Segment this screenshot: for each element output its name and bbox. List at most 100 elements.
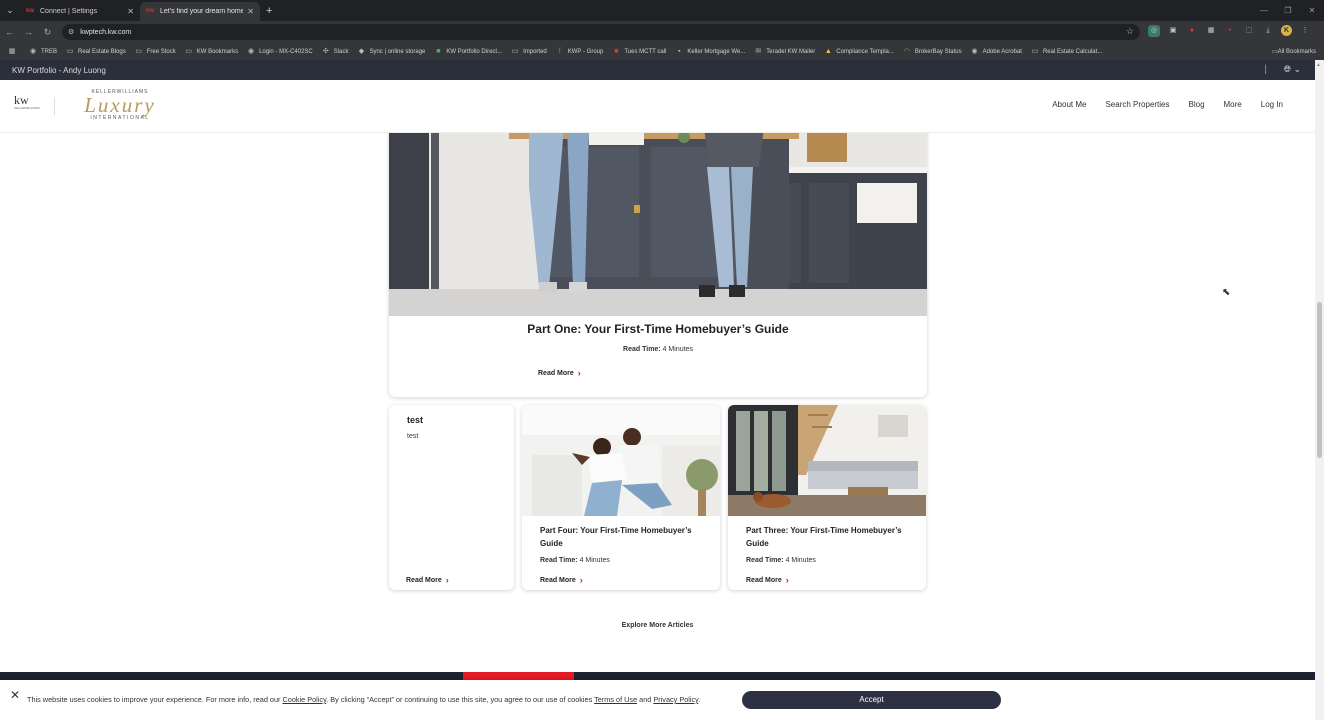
address-bar[interactable]: ⚙ kwptech.kw.com ☆: [62, 24, 1140, 40]
chevron-right-icon: ›: [579, 575, 583, 585]
article-card-part-four[interactable]: Part Four: Your First-Time Homebuyer’s G…: [522, 405, 720, 590]
kw-logo[interactable]: kw KELLERWILLIAMS: [14, 94, 40, 117]
globe-icon: ◉: [971, 48, 978, 55]
maximize-icon[interactable]: ❐: [1276, 0, 1300, 21]
read-more-link[interactable]: Read More ›: [406, 575, 449, 585]
bookmark-item[interactable]: ◆ Sync | online storage: [357, 48, 426, 55]
all-bookmarks[interactable]: ▭ All Bookmarks: [1267, 43, 1316, 60]
bookmark-item[interactable]: ✣ Slack: [322, 48, 349, 55]
globe-icon: ◉: [248, 48, 255, 55]
luxury-logo[interactable]: KELLERWILLIAMS Luxury INTERNATIONAL: [70, 89, 170, 125]
extension-icon[interactable]: ⬚: [1243, 25, 1255, 37]
language-selector-icon[interactable]: 🌐︎ ⌄: [1284, 64, 1301, 75]
extension-icon[interactable]: ▦: [1205, 25, 1217, 37]
bookmark-item[interactable]: ✉ Teradel KW Mailer: [754, 48, 815, 55]
bookmark-item[interactable]: ◠ BrokerBay Status: [903, 48, 962, 55]
close-window-icon[interactable]: ✕: [1300, 0, 1324, 21]
extension-icons: ◎ ▣ ● ▦ • ⬚ ⤓ K ⋮: [1148, 25, 1311, 37]
article-card-test[interactable]: test test Read More ›: [389, 405, 514, 590]
footer-accent-bar: [463, 672, 574, 680]
tab-connect-settings[interactable]: kw Connect | Settings ✕: [20, 2, 140, 21]
nav-blog[interactable]: Blog: [1189, 100, 1205, 109]
extension-icon[interactable]: •: [1224, 25, 1236, 37]
nav-about-me[interactable]: About Me: [1052, 100, 1086, 109]
facebook-icon: f: [558, 48, 561, 55]
kw-favicon-icon: kw: [26, 8, 35, 14]
folder-icon: ▭: [511, 48, 519, 55]
nav-search-properties[interactable]: Search Properties: [1105, 100, 1169, 109]
apps-icon[interactable]: ▦: [8, 48, 20, 55]
featured-article-card[interactable]: Part One: Your First-Time Homebuyer’s Gu…: [389, 133, 927, 397]
bookmark-item[interactable]: ■ KW Portfolio Direct...: [434, 48, 502, 55]
bookmark-item[interactable]: ▭ Real Estate Calculat...: [1031, 48, 1103, 55]
bookmark-item[interactable]: ▭ Imported: [511, 48, 547, 55]
reload-icon[interactable]: ↻: [38, 27, 57, 38]
bookmark-item[interactable]: ◉ Login - MX-C402SC: [247, 48, 313, 55]
privacy-policy-link[interactable]: Privacy Policy: [653, 695, 698, 704]
bookmarks-bar: ▦ ◉ TREB ▭ Real Estate Blogs ▭ Free Stock ▭…: [0, 43, 1324, 60]
article-title[interactable]: Part Three: Your First-Time Homebuyer’s …: [746, 524, 916, 550]
folder-icon: ▭: [185, 48, 193, 55]
main-nav: About Me Search Properties Blog More Log…: [1033, 100, 1283, 109]
extension-icon[interactable]: ◎: [1148, 25, 1160, 37]
nav-more[interactable]: More: [1224, 100, 1242, 109]
bookmark-item[interactable]: ▲ Compliance Templa...: [824, 48, 894, 55]
menu-icon[interactable]: ⋮: [1299, 25, 1311, 37]
site-header: kw KELLERWILLIAMS KELLERWILLIAMS Luxury …: [0, 80, 1315, 133]
divider: |: [1264, 64, 1267, 75]
chevron-right-icon: ›: [577, 368, 581, 378]
forward-icon[interactable]: →: [19, 27, 38, 37]
download-icon[interactable]: ⤓: [1262, 25, 1274, 37]
browser-toolbar: ← → ↻ ⚙ kwptech.kw.com ☆ ◎ ▣ ● ▦ • ⬚ ⤓ K…: [0, 21, 1324, 43]
kw-favicon-icon: kw: [146, 8, 155, 14]
back-icon[interactable]: ←: [0, 27, 19, 37]
featured-article-title[interactable]: Part One: Your First-Time Homebuyer’s Gu…: [389, 322, 927, 336]
article-card-part-three[interactable]: Part Three: Your First-Time Homebuyer’s …: [728, 405, 926, 590]
folder-icon: ▭: [135, 48, 143, 55]
kw-portfolio-bar: KW Portfolio - Andy Luong | 🌐︎ ⌄: [0, 60, 1315, 80]
article-read-time: Read Time: 4 Minutes: [540, 557, 610, 564]
bookmark-item[interactable]: ▭ KW Bookmarks: [185, 48, 238, 55]
bookmark-item[interactable]: ◉ TREB: [29, 48, 57, 55]
tab-search-icon[interactable]: ⌄: [0, 0, 20, 21]
kw-icon: ■: [614, 48, 619, 55]
bookmark-item[interactable]: ■ Tues MCTT call: [612, 48, 666, 55]
featured-read-time: Read Time: 4 Minutes: [623, 346, 693, 353]
new-tab-icon[interactable]: +: [266, 5, 272, 17]
bookmark-item[interactable]: ◉ Adobe Acrobat: [971, 48, 1022, 55]
explore-more-articles-link[interactable]: Explore More Articles: [0, 622, 1315, 629]
bookmark-item[interactable]: ▪ Keller Mortgage We...: [675, 48, 745, 55]
bookmark-item[interactable]: ▭ Real Estate Blogs: [66, 48, 126, 55]
close-icon[interactable]: ✕: [10, 688, 20, 702]
page-scrollbar[interactable]: ▲: [1315, 60, 1324, 720]
kw-icon: ▪: [678, 48, 681, 55]
tab-title: Connect | Settings: [40, 8, 98, 15]
bookmark-star-icon[interactable]: ☆: [1126, 26, 1134, 37]
article-title[interactable]: test: [407, 414, 514, 427]
terms-of-use-link[interactable]: Terms of Use: [594, 695, 637, 704]
bookmark-item[interactable]: f KWP - Group: [556, 48, 604, 55]
cookie-policy-link[interactable]: Cookie Policy: [283, 695, 327, 704]
nav-log-in[interactable]: Log In: [1261, 100, 1283, 109]
site-info-icon[interactable]: ⚙: [68, 28, 74, 36]
extension-icon[interactable]: ●: [1186, 25, 1198, 37]
profile-avatar[interactable]: K: [1281, 25, 1292, 36]
close-tab-icon[interactable]: ✕: [127, 7, 134, 16]
extension-icon[interactable]: ▣: [1167, 25, 1179, 37]
featured-read-more-link[interactable]: Read More ›: [538, 368, 581, 378]
close-tab-icon[interactable]: ✕: [247, 7, 254, 16]
read-more-link[interactable]: Read More ›: [540, 575, 583, 585]
read-more-link[interactable]: Read More ›: [746, 575, 789, 585]
scrollbar-thumb[interactable]: [1317, 302, 1322, 458]
wifi-icon: ◠: [903, 48, 910, 55]
tab-dream-home[interactable]: kw Let's find your dream home - Yo ✕: [140, 2, 260, 21]
chevron-right-icon: ›: [785, 575, 789, 585]
article-title[interactable]: Part Four: Your First-Time Homebuyer’s G…: [540, 524, 710, 550]
scroll-up-icon[interactable]: ▲: [1316, 62, 1321, 68]
cookie-banner: ✕ This website uses cookies to improve y…: [0, 680, 1315, 720]
bookmark-item[interactable]: ▭ Free Stock: [135, 48, 175, 55]
minimize-icon[interactable]: —: [1252, 0, 1276, 21]
cookie-message: This website uses cookies to improve you…: [27, 695, 701, 704]
mouse-cursor-icon: ⬉: [1222, 287, 1231, 298]
accept-button[interactable]: Accept: [742, 691, 1001, 709]
